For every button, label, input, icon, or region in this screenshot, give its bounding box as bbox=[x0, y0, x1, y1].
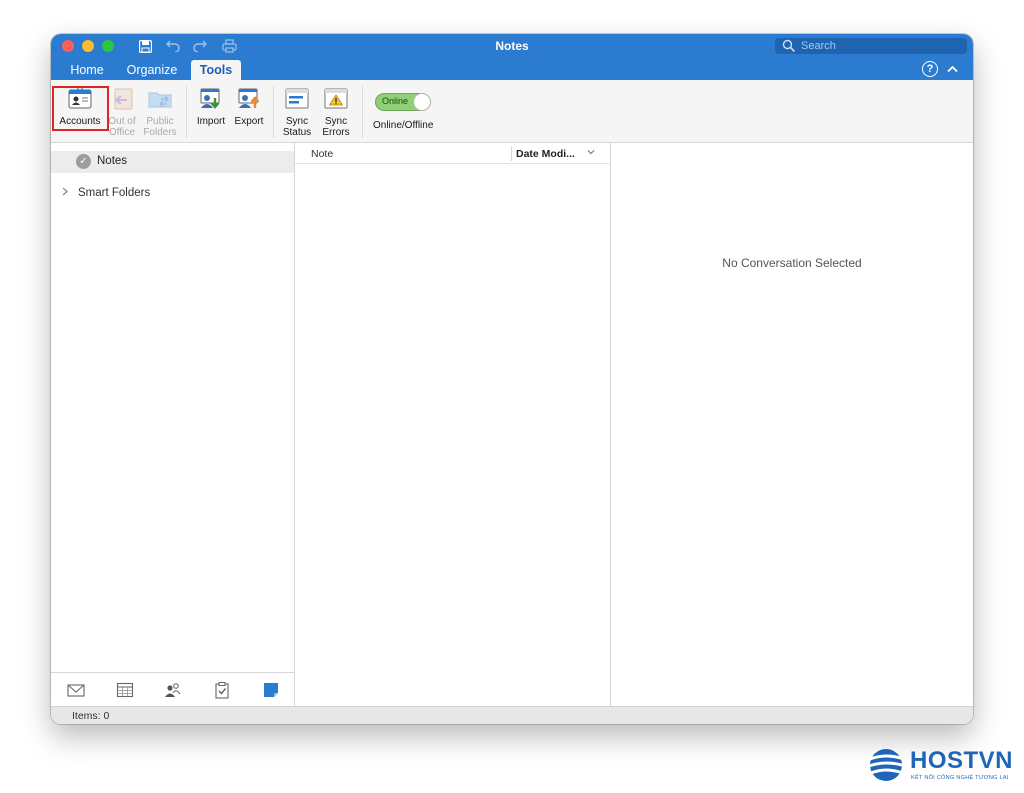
search-icon bbox=[782, 39, 796, 53]
export-label: Export bbox=[234, 116, 264, 127]
tab-home[interactable]: Home bbox=[63, 60, 111, 80]
import-button[interactable]: Import bbox=[194, 86, 228, 127]
out-of-office-label-1: Out of bbox=[108, 116, 136, 127]
ribbon-tabs: Home Organize Tools ? bbox=[51, 58, 973, 80]
help-icon[interactable]: ? bbox=[922, 61, 938, 77]
title-bar: Notes Search bbox=[51, 34, 973, 58]
folder-sidebar: ✓ Notes Smart Folders bbox=[51, 143, 295, 706]
public-folders-icon bbox=[148, 92, 172, 108]
reading-pane: No Conversation Selected bbox=[611, 143, 973, 706]
public-folders-label-2: Folders bbox=[143, 127, 177, 138]
online-offline-label: Online/Offline bbox=[373, 120, 434, 131]
online-offline-toggle[interactable]: Online bbox=[375, 93, 431, 111]
brand-tagline: KẾT NỐI CÔNG NGHỆ TƯƠNG LAI bbox=[911, 775, 1009, 781]
sync-errors-label-2: Errors bbox=[322, 127, 350, 138]
accounts-highlight-box bbox=[52, 86, 109, 131]
column-header-date-modified[interactable]: Date Modi... bbox=[516, 148, 575, 160]
ribbon-separator bbox=[186, 86, 187, 138]
ribbon: Accounts Out of Office Public Folders Im… bbox=[51, 80, 973, 143]
brand-logo-icon bbox=[868, 749, 906, 781]
app-window: Notes Search Home Organize Tools ? Accou… bbox=[51, 34, 973, 724]
items-count: Items: 0 bbox=[72, 710, 110, 722]
ribbon-separator bbox=[362, 86, 363, 138]
ribbon-separator bbox=[273, 86, 274, 138]
status-bar: Items: 0 bbox=[51, 706, 973, 724]
tasks-icon[interactable] bbox=[213, 681, 231, 699]
calendar-icon[interactable] bbox=[116, 681, 134, 699]
brand-name: HOSTVN bbox=[910, 747, 1014, 774]
search-input[interactable]: Search bbox=[775, 38, 967, 54]
module-switcher bbox=[51, 672, 294, 707]
tab-organize[interactable]: Organize bbox=[123, 60, 181, 80]
folder-label: Smart Folders bbox=[78, 187, 151, 199]
search-placeholder: Search bbox=[801, 40, 836, 52]
out-of-office-label-2: Office bbox=[109, 127, 135, 138]
sync-status-label-2: Status bbox=[282, 127, 312, 138]
sync-errors-button[interactable]: Sync Errors bbox=[320, 86, 352, 138]
folder-label: Notes bbox=[97, 155, 128, 167]
notes-list-pane: Note Date Modi... bbox=[295, 143, 611, 706]
out-of-office-icon bbox=[114, 88, 133, 110]
sync-errors-label-1: Sync bbox=[324, 116, 348, 127]
tab-tools[interactable]: Tools bbox=[191, 60, 241, 80]
sync-status-icon bbox=[285, 88, 309, 109]
public-folders-button: Public Folders bbox=[142, 86, 178, 138]
export-button[interactable]: Export bbox=[232, 86, 266, 127]
import-icon bbox=[200, 88, 220, 109]
list-header: Note Date Modi... bbox=[295, 143, 610, 164]
sync-errors-icon bbox=[324, 88, 348, 109]
notes-icon[interactable] bbox=[262, 681, 280, 699]
folder-smart-folders[interactable]: Smart Folders bbox=[62, 187, 150, 199]
out-of-office-button: Out of Office bbox=[107, 86, 137, 138]
folder-notes[interactable]: ✓ Notes bbox=[51, 151, 294, 173]
export-icon bbox=[238, 88, 260, 108]
empty-selection-message: No Conversation Selected bbox=[722, 256, 862, 270]
collapse-ribbon-icon[interactable] bbox=[947, 62, 958, 76]
chevron-down-icon[interactable] bbox=[587, 147, 595, 157]
toggle-state-text: Online bbox=[382, 96, 409, 106]
column-header-note[interactable]: Note bbox=[311, 148, 333, 160]
sync-status-label-1: Sync bbox=[285, 116, 309, 127]
toggle-knob bbox=[413, 93, 431, 111]
sync-status-button[interactable]: Sync Status bbox=[281, 86, 313, 138]
people-icon[interactable] bbox=[164, 681, 182, 699]
brand-watermark: HOSTVN KẾT NỐI CÔNG NGHỆ TƯƠNG LAI bbox=[868, 745, 1020, 785]
import-label: Import bbox=[196, 116, 226, 127]
column-divider bbox=[511, 146, 512, 161]
public-folders-label-1: Public bbox=[146, 116, 174, 127]
checkmark-icon: ✓ bbox=[76, 154, 91, 169]
mail-icon[interactable] bbox=[67, 681, 85, 699]
chevron-right-icon[interactable] bbox=[62, 187, 74, 199]
